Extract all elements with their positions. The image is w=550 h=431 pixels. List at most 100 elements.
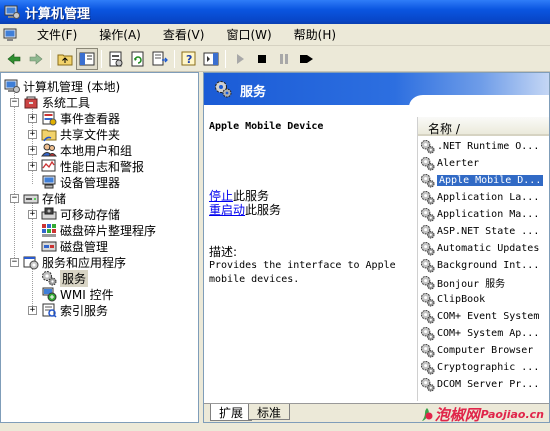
service-row-label: Application La...	[437, 192, 540, 203]
tree-node-event-viewer[interactable]: 事件查看器	[41, 110, 120, 126]
start-service-button[interactable]	[229, 48, 251, 70]
restart-icon	[300, 54, 313, 63]
tab-standard[interactable]: 标准	[248, 404, 291, 420]
expand-toggle[interactable]: +	[28, 162, 37, 171]
expand-toggle[interactable]: +	[28, 130, 37, 139]
service-row[interactable]: ClipBook	[420, 291, 549, 308]
show-hide-tree-button[interactable]	[76, 47, 98, 70]
service-gear-icon	[420, 377, 435, 392]
toolbar-separator	[174, 49, 175, 68]
service-row[interactable]: Application La...	[420, 189, 549, 206]
back-button[interactable]	[3, 48, 25, 70]
action-pane-button[interactable]	[200, 48, 222, 70]
service-row[interactable]: Computer Browser	[420, 342, 549, 359]
service-row[interactable]: Alerter	[420, 155, 549, 172]
service-row[interactable]: Background Int...	[420, 257, 549, 274]
menu-view[interactable]: 查看(V)	[152, 24, 216, 45]
expand-toggle[interactable]: +	[28, 146, 37, 155]
menu-file[interactable]: 文件(F)	[26, 24, 88, 45]
service-row[interactable]: DCOM Server Pr...	[420, 376, 549, 393]
service-row[interactable]: COM+ Event System	[420, 308, 549, 325]
service-row[interactable]: Automatic Updates	[420, 240, 549, 257]
services-list[interactable]: 名称 / .NET Runtime O... Alerter Apple Mobil…	[417, 117, 549, 401]
expand-toggle[interactable]: +	[28, 210, 37, 219]
system-menu-icon[interactable]	[2, 27, 20, 43]
collapse-toggle[interactable]: −	[10, 98, 19, 107]
tree-node-perf-logs[interactable]: 性能日志和警报	[41, 158, 144, 174]
restart-service-button[interactable]	[295, 48, 317, 70]
removable-storage-icon	[41, 207, 57, 220]
menu-window[interactable]: 窗口(W)	[215, 24, 282, 45]
tree-node-storage[interactable]: 存储	[23, 190, 66, 206]
tree-line	[14, 90, 15, 264]
service-gear-icon	[420, 207, 435, 222]
service-row[interactable]: Apple Mobile D...	[420, 172, 549, 189]
play-icon	[237, 53, 244, 64]
refresh-button[interactable]	[127, 48, 149, 70]
export-list-button[interactable]	[149, 48, 171, 70]
toolbar-separator	[101, 49, 102, 68]
storage-icon	[23, 194, 39, 204]
tree-label: 事件查看器	[60, 111, 121, 126]
window-title: 计算机管理	[25, 6, 91, 22]
service-row[interactable]: .NET Runtime O...	[420, 138, 549, 155]
event-viewer-icon	[42, 111, 57, 126]
service-gear-icon	[420, 258, 435, 273]
collapse-toggle[interactable]: −	[10, 258, 19, 267]
properties-button[interactable]	[105, 48, 127, 70]
service-row-label: ClipBook	[437, 294, 486, 305]
service-row[interactable]: COM+ System Ap...	[420, 325, 549, 342]
tree-node-services[interactable]: 服务	[41, 269, 89, 287]
title-bar[interactable]: 计算机管理	[0, 0, 550, 24]
tree-node-local-users[interactable]: 本地用户和组	[41, 142, 132, 158]
column-header-name[interactable]: 名称 /	[418, 117, 549, 136]
forward-button[interactable]	[25, 48, 47, 70]
tree-node-shared-folders[interactable]: 共享文件夹	[41, 126, 120, 142]
services-gear-icon	[42, 271, 57, 286]
description-label: 描述:	[209, 245, 238, 259]
tree-node-disk-management[interactable]: 磁盘管理	[41, 238, 108, 254]
tree-node-root[interactable]: 计算机管理 (本地)	[4, 78, 120, 94]
tree-node-defrag[interactable]: 磁盘碎片整理程序	[41, 222, 156, 238]
service-row[interactable]: ASP.NET State ...	[420, 223, 549, 240]
expand-toggle[interactable]: +	[28, 306, 37, 315]
service-row[interactable]: Bonjour 服务	[420, 274, 549, 291]
restart-service-link[interactable]: 重启动	[209, 203, 245, 217]
computer-management-icon	[4, 5, 20, 19]
help-button[interactable]: ?	[178, 48, 200, 70]
expand-toggle[interactable]: +	[28, 114, 37, 123]
pane-title: 服务	[240, 85, 267, 100]
help-icon: ?	[181, 51, 196, 66]
tree-node-indexing[interactable]: 索引服务	[41, 302, 108, 318]
up-one-level-button[interactable]	[54, 48, 76, 70]
stop-service-button[interactable]	[251, 48, 273, 70]
export-list-icon	[152, 51, 168, 65]
tree-label: WMI 控件	[60, 287, 114, 302]
tree-node-system-tools[interactable]: 系统工具	[23, 94, 90, 110]
service-row-label: ASP.NET State ...	[437, 226, 540, 237]
service-gear-icon	[420, 190, 435, 205]
tab-extended[interactable]: 扩展	[210, 404, 253, 421]
pause-service-button[interactable]	[273, 48, 295, 70]
tree-label: 索引服务	[60, 303, 109, 318]
console-tree[interactable]: 计算机管理 (本地) − 系统工具 + 事件查看器 + 共享文件夹 + 本地用户…	[0, 72, 199, 423]
service-row-label: .NET Runtime O...	[437, 141, 540, 152]
menu-action[interactable]: 操作(A)	[88, 24, 152, 45]
refresh-icon	[131, 51, 144, 66]
tree-label: 本地用户和组	[60, 143, 133, 158]
tree-node-services-apps[interactable]: 服务和应用程序	[23, 254, 126, 270]
tree-node-removable-storage[interactable]: 可移动存储	[41, 206, 120, 222]
service-name: Apple Mobile Device	[209, 121, 324, 132]
service-row[interactable]: Application Ma...	[420, 206, 549, 223]
service-gear-icon	[420, 224, 435, 239]
tree-label: 可移动存储	[60, 207, 121, 222]
performance-logs-icon	[41, 159, 56, 172]
collapse-toggle[interactable]: −	[10, 194, 19, 203]
tree-node-wmi[interactable]: WMI 控件	[41, 286, 114, 302]
service-row-label: Application Ma...	[437, 209, 540, 220]
service-gear-icon	[420, 275, 435, 290]
menu-help[interactable]: 帮助(H)	[283, 24, 347, 45]
defrag-icon	[42, 224, 56, 237]
service-row[interactable]: Cryptographic ...	[420, 359, 549, 376]
tree-node-device-manager[interactable]: 设备管理器	[41, 174, 120, 190]
